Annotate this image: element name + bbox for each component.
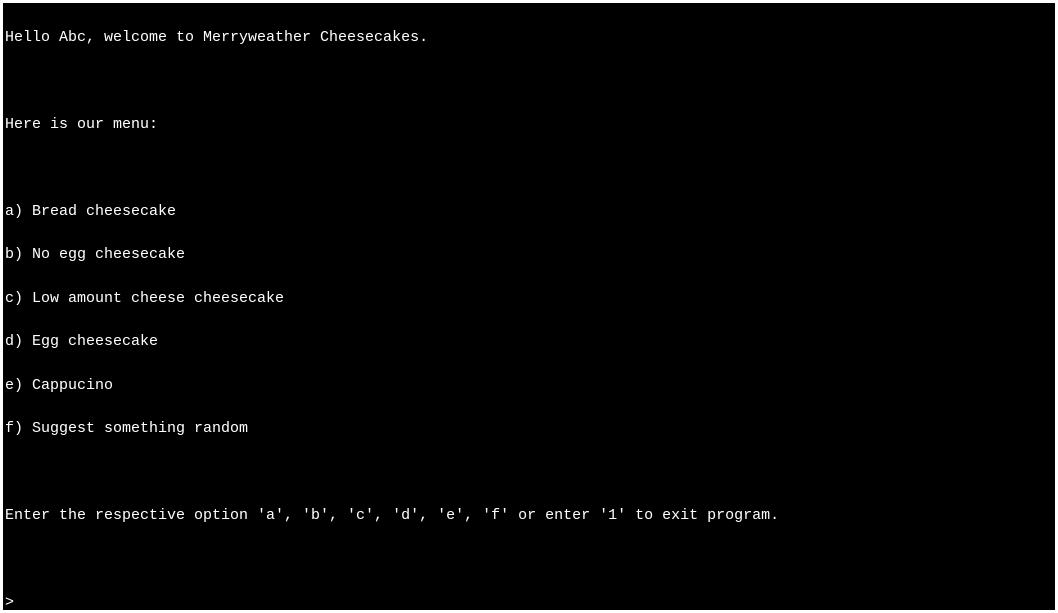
menu-item-c: c) Low amount cheese cheesecake [5, 288, 1055, 310]
menu-header: Here is our menu: [5, 114, 1055, 136]
terminal-window[interactable]: Hello Abc, welcome to Merryweather Chees… [3, 3, 1055, 610]
menu-item-d: d) Egg cheesecake [5, 331, 1055, 353]
menu-item-f: f) Suggest something random [5, 418, 1055, 440]
menu-item-b: b) No egg cheesecake [5, 244, 1055, 266]
blank-line [5, 70, 1055, 92]
blank-line [5, 549, 1055, 571]
menu-item-e: e) Cappucino [5, 375, 1055, 397]
blank-line [5, 157, 1055, 179]
prompt-symbol[interactable]: > [5, 592, 1055, 610]
blank-line [5, 462, 1055, 484]
prompt-instruction: Enter the respective option 'a', 'b', 'c… [5, 505, 1055, 527]
menu-item-a: a) Bread cheesecake [5, 201, 1055, 223]
greeting-line: Hello Abc, welcome to Merryweather Chees… [5, 27, 1055, 49]
